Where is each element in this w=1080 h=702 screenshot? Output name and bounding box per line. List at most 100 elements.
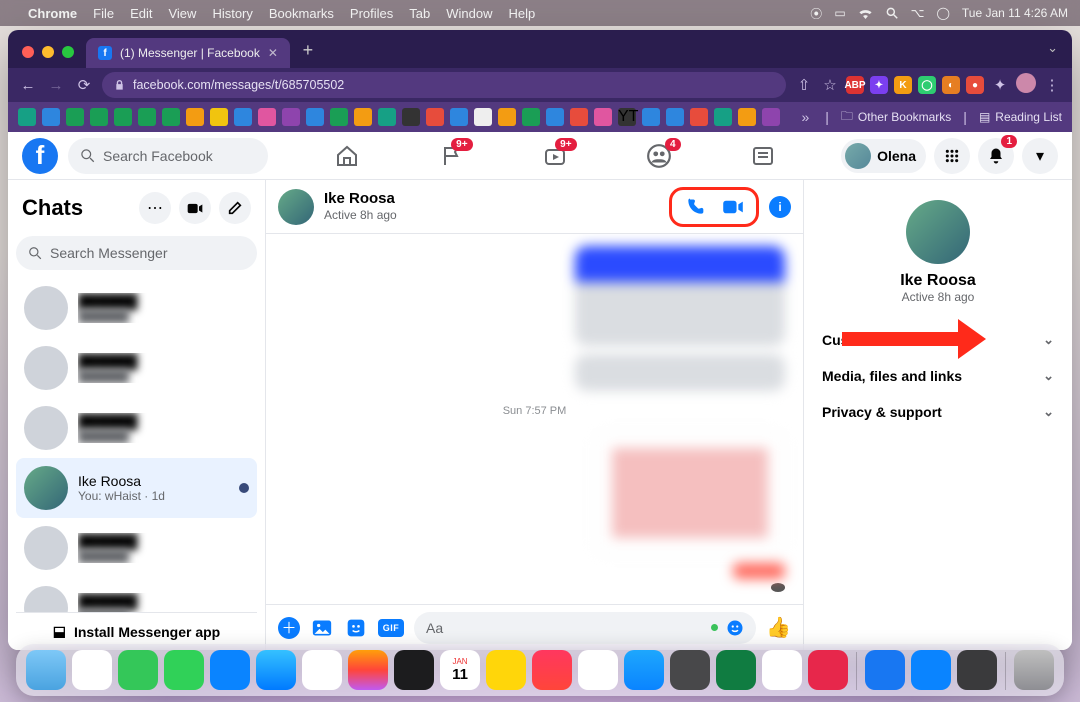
bookmark-item[interactable] [162, 108, 180, 126]
clock[interactable]: Tue Jan 11 4:26 AM [962, 6, 1068, 20]
avatar[interactable] [278, 189, 314, 225]
reading-list-button[interactable]: ▤ Reading List [979, 110, 1062, 124]
bookmark-item[interactable] [546, 108, 564, 126]
zoom-window-button[interactable] [62, 46, 74, 58]
dock-app-chrome[interactable] [762, 650, 802, 690]
bookmark-item[interactable] [738, 108, 756, 126]
bookmark-item[interactable] [666, 108, 684, 126]
bookmark-item[interactable] [642, 108, 660, 126]
chat-item[interactable]: ██████ ██████ [16, 278, 257, 338]
chrome-menu-icon[interactable]: ⋮ [1042, 76, 1062, 94]
dock-app-excel[interactable] [716, 650, 756, 690]
compose-button[interactable] [219, 192, 251, 224]
bookmark-item[interactable] [114, 108, 132, 126]
bookmarks-overflow-icon[interactable]: » [801, 109, 809, 125]
video-call-button[interactable] [720, 194, 746, 220]
message-image[interactable] [575, 354, 785, 391]
reload-button[interactable]: ⟳ [74, 76, 94, 94]
message-list[interactable]: Sun 7:57 PM [266, 234, 803, 604]
dock-app-quicktime[interactable] [957, 650, 997, 690]
nav-groups[interactable]: 4 [639, 136, 679, 176]
bookmark-item[interactable] [522, 108, 540, 126]
message-image[interactable] [595, 431, 785, 555]
bookmark-item[interactable] [258, 108, 276, 126]
close-window-button[interactable] [22, 46, 34, 58]
dock-app-appstore[interactable] [624, 650, 664, 690]
bookmark-item[interactable] [42, 108, 60, 126]
new-room-button[interactable] [179, 192, 211, 224]
dock-app-messages[interactable] [118, 650, 158, 690]
chat-item[interactable]: ██████ ██████ [16, 518, 257, 578]
minimize-window-button[interactable] [42, 46, 54, 58]
menu-edit[interactable]: Edit [130, 6, 152, 21]
emoji-picker-button[interactable] [726, 619, 744, 637]
gif-button[interactable]: GIF [378, 619, 404, 637]
battery-icon[interactable]: ▭ [834, 6, 845, 20]
extension-icon[interactable]: ◐ [942, 76, 960, 94]
like-button[interactable]: 👍 [766, 615, 791, 640]
bookmark-star-icon[interactable]: ☆ [820, 76, 840, 94]
dock-app-slack[interactable] [578, 650, 618, 690]
conversation-info-button[interactable]: i [769, 196, 791, 218]
dock-app-finder[interactable] [26, 650, 66, 690]
new-tab-button[interactable]: + [294, 36, 322, 64]
menu-view[interactable]: View [168, 6, 196, 21]
bookmark-item[interactable] [330, 108, 348, 126]
dock-app[interactable] [865, 650, 905, 690]
chats-options-button[interactable]: ⋯ [139, 192, 171, 224]
dock-app-zoom[interactable] [911, 650, 951, 690]
dock-app-notes[interactable] [486, 650, 526, 690]
open-actions-button[interactable]: ＋ [278, 617, 300, 639]
forward-button[interactable]: → [46, 77, 66, 94]
profile-avatar-icon[interactable] [1016, 73, 1036, 97]
dock-app-settings[interactable] [670, 650, 710, 690]
dock-app-tv[interactable] [394, 650, 434, 690]
extensions-menu-icon[interactable]: ✦ [990, 76, 1010, 94]
nav-home[interactable] [327, 136, 367, 176]
other-bookmarks-folder[interactable]: 🗀 Other Bookmarks [841, 107, 951, 128]
bookmark-item[interactable] [714, 108, 732, 126]
bookmark-item[interactable]: YT [618, 108, 636, 126]
browser-tab[interactable]: f (1) Messenger | Facebook ✕ [86, 38, 290, 68]
menu-grid-button[interactable] [934, 138, 970, 174]
notifications-button[interactable]: 1 [978, 138, 1014, 174]
menu-window[interactable]: Window [446, 6, 492, 21]
share-icon[interactable]: ⇧ [794, 76, 814, 94]
nav-news[interactable] [743, 136, 783, 176]
chat-item[interactable]: ██████ ██████ [16, 398, 257, 458]
bookmark-item[interactable] [378, 108, 396, 126]
bookmark-item[interactable] [210, 108, 228, 126]
extension-icon[interactable]: K [894, 76, 912, 94]
chat-item[interactable]: ██████ ██████ [16, 338, 257, 398]
record-icon[interactable]: ⦿ [810, 5, 822, 22]
sticker-button[interactable] [344, 616, 368, 640]
account-dropdown-button[interactable]: ▾ [1022, 138, 1058, 174]
dock-app-music[interactable] [532, 650, 572, 690]
address-bar[interactable]: facebook.com/messages/t/685705502 [102, 72, 786, 98]
privacy-support-row[interactable]: Privacy & support ⌄ [818, 394, 1058, 430]
profile-button[interactable]: Olena [841, 139, 926, 173]
bookmark-item[interactable] [354, 108, 372, 126]
bookmark-item[interactable] [234, 108, 252, 126]
siri-icon[interactable]: ◯ [936, 6, 949, 20]
extension-icon[interactable]: ✦ [870, 76, 888, 94]
fb-search-input[interactable]: Search Facebook [68, 138, 268, 174]
bookmark-item[interactable] [690, 108, 708, 126]
bookmark-item[interactable] [570, 108, 588, 126]
wifi-icon[interactable] [858, 8, 873, 19]
message-image[interactable] [733, 563, 785, 579]
bookmark-item[interactable] [66, 108, 84, 126]
bookmark-item[interactable] [594, 108, 612, 126]
menu-help[interactable]: Help [509, 6, 536, 21]
dock-app-mail[interactable] [210, 650, 250, 690]
spotlight-icon[interactable] [885, 6, 899, 20]
nav-pages[interactable]: 9+ [431, 136, 471, 176]
thread-contact-name[interactable]: Ike Roosa [324, 191, 397, 208]
dock-trash[interactable] [1014, 650, 1054, 690]
bookmark-item[interactable] [18, 108, 36, 126]
back-button[interactable]: ← [18, 77, 38, 94]
voice-call-button[interactable] [682, 194, 708, 220]
bookmark-item[interactable] [474, 108, 492, 126]
bookmark-item[interactable] [450, 108, 468, 126]
bookmark-item[interactable] [306, 108, 324, 126]
